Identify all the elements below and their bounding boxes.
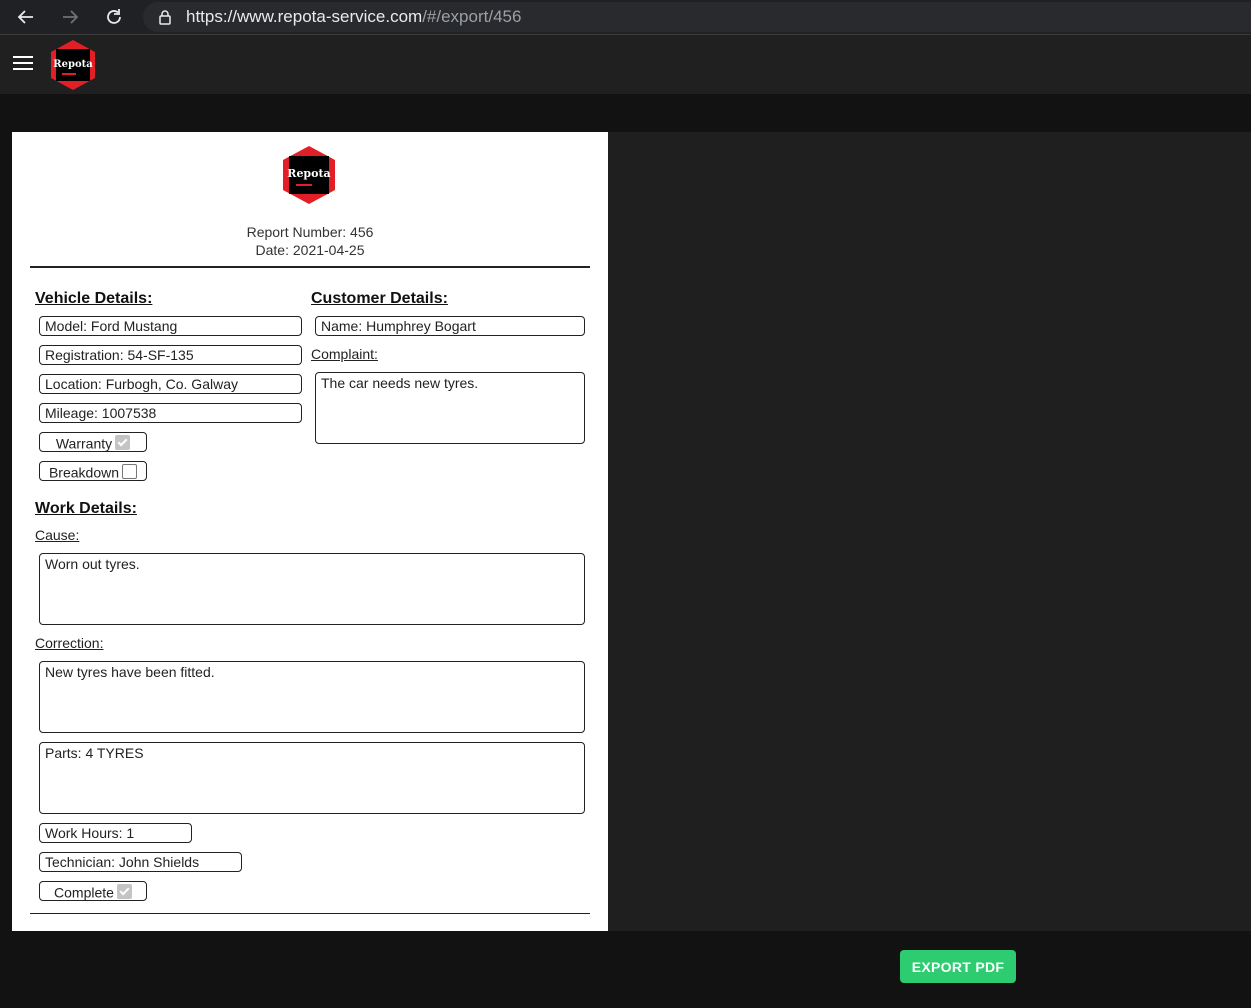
- customer-details-title: Customer Details:: [311, 290, 448, 307]
- header-logo-text: Repota: [53, 59, 93, 70]
- app-header: Repota: [0, 35, 1251, 94]
- preview-background: [608, 132, 1251, 931]
- correction-label: Correction:: [35, 635, 104, 651]
- browser-toolbar: https://www.repota-service.com/#/export/…: [0, 0, 1251, 35]
- arrow-right-icon: [63, 10, 79, 24]
- report-logo-text: Repota: [287, 167, 330, 180]
- url-path: /#/export/456: [422, 7, 522, 26]
- parts-text: Parts: 4 TYRES: [39, 742, 585, 814]
- complete-label: Complete: [54, 884, 114, 901]
- reload-button[interactable]: [102, 5, 126, 29]
- export-pdf-button[interactable]: EXPORT PDF: [900, 950, 1016, 983]
- warranty-label: Warranty: [55, 435, 113, 452]
- divider-bottom: [30, 913, 590, 914]
- complaint-label: Complaint:: [311, 346, 378, 362]
- vehicle-registration-field: Registration: 54-SF-135: [39, 345, 302, 365]
- menu-icon[interactable]: [13, 56, 33, 74]
- divider-top: [30, 266, 590, 268]
- report-sheet: Repota Report Number: 456 Date: 2021-04-…: [12, 132, 608, 931]
- complaint-text: The car needs new tyres.: [315, 372, 585, 444]
- technician-field: Technician: John Shields: [39, 852, 242, 872]
- back-button[interactable]: [14, 5, 38, 29]
- vehicle-mileage-field: Mileage: 1007538: [39, 403, 302, 423]
- warranty-checkbox[interactable]: [115, 434, 131, 450]
- vehicle-details-title: Vehicle Details:: [35, 290, 153, 307]
- complete-checkbox[interactable]: [116, 883, 132, 899]
- cause-text: Worn out tyres.: [39, 553, 585, 625]
- lock-icon: [159, 10, 171, 25]
- report-number: Report Number: 456: [246, 224, 374, 240]
- reload-icon: [107, 9, 121, 24]
- customer-name-field: Name: Humphrey Bogart: [315, 316, 585, 336]
- url-host: https://www.repota-service.com: [186, 7, 423, 26]
- cause-label: Cause:: [35, 527, 80, 543]
- url-text: https://www.repota-service.com/#/export/…: [186, 7, 521, 27]
- breakdown-checkbox[interactable]: [122, 463, 138, 479]
- report-date: Date: 2021-04-25: [255, 242, 365, 258]
- forward-button[interactable]: [58, 5, 82, 29]
- report-logo: Repota: [283, 146, 335, 204]
- vehicle-model-field: Model: Ford Mustang: [39, 316, 302, 336]
- correction-text: New tyres have been fitted.: [39, 661, 585, 733]
- warranty-field: Warranty: [39, 432, 147, 452]
- complete-field: Complete: [39, 881, 147, 901]
- vehicle-location-field: Location: Furbogh, Co. Galway: [39, 374, 302, 394]
- address-bar[interactable]: https://www.repota-service.com/#/export/…: [143, 2, 1251, 32]
- work-details-title: Work Details:: [35, 500, 137, 517]
- arrow-left-icon: [17, 10, 33, 24]
- work-hours-field: Work Hours: 1: [39, 823, 192, 843]
- repota-logo[interactable]: Repota: [48, 39, 98, 91]
- breakdown-field: Breakdown: [39, 461, 147, 481]
- breakdown-label: Breakdown: [48, 464, 120, 481]
